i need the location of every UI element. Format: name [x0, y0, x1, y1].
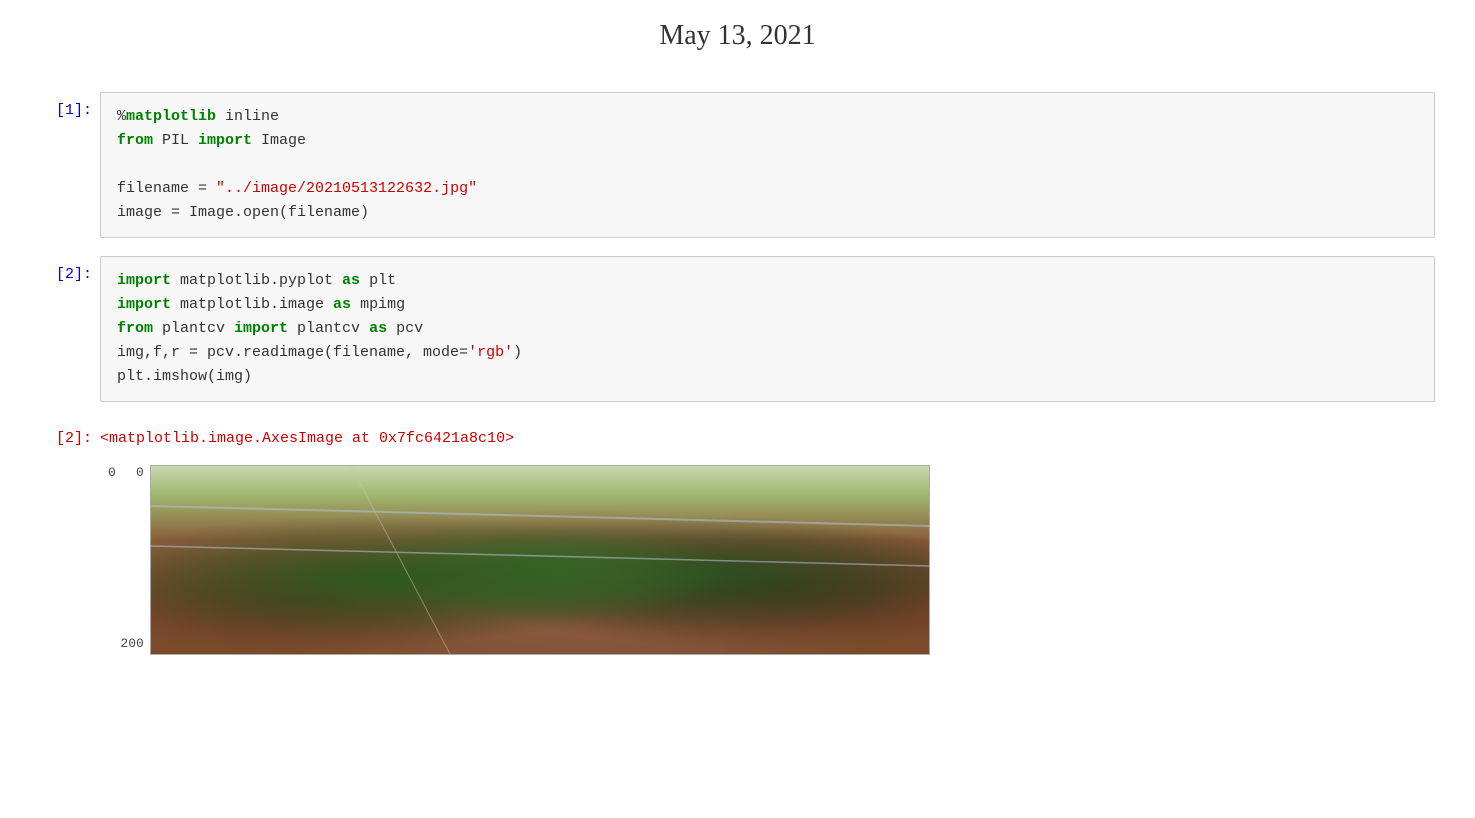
image-text: Image	[252, 132, 306, 149]
import-kw-3: import	[234, 320, 288, 337]
as-kw-3: as	[369, 320, 387, 337]
pcv-text: pcv	[387, 320, 423, 337]
cell-1-line-2: from PIL import Image	[117, 129, 1418, 153]
y-axis-200-label: 200	[120, 636, 143, 651]
import-kw-1: import	[117, 272, 171, 289]
close-paren: )	[513, 344, 522, 361]
plt-text: plt	[360, 272, 396, 289]
magic-prefix: %	[117, 108, 126, 125]
as-kw-1: as	[342, 272, 360, 289]
plot-area: 0 0 200	[108, 465, 1435, 655]
cell-2-code[interactable]: import matplotlib.pyplot as plt import m…	[100, 256, 1435, 402]
mpl-image-text: matplotlib.image	[171, 296, 333, 313]
as-kw-2: as	[333, 296, 351, 313]
cell-2-line-2: import matplotlib.image as mpimg	[117, 293, 1418, 317]
cell-2-line-4: img,f,r = pcv.readimage(filename, mode='…	[117, 341, 1418, 365]
cell-1-line-4: filename = "../image/20210513122632.jpg"	[117, 177, 1418, 201]
cell-1: [1]: %matplotlib inline from PIL import …	[40, 92, 1435, 238]
y-axis-top-label: 0	[136, 465, 144, 480]
import-keyword: import	[198, 132, 252, 149]
cell-1-line-3	[117, 153, 1418, 177]
cell-2-line-5: plt.imshow(img)	[117, 365, 1418, 389]
from-kw-2: from	[117, 320, 153, 337]
readimage-line: img,f,r = pcv.readimage(filename, mode=	[117, 344, 468, 361]
inline-text: inline	[216, 108, 279, 125]
plant-image	[150, 465, 930, 655]
output-row: [2]: <matplotlib.image.AxesImage at 0x7f…	[40, 420, 1435, 447]
mode-value: 'rgb'	[468, 344, 513, 361]
from-keyword: from	[117, 132, 153, 149]
cell-1-label: [1]:	[40, 92, 100, 119]
plot-container: 0 0 200	[108, 465, 930, 655]
x-axis-zero-label: 0	[108, 465, 116, 480]
mpl-pyplot-text: matplotlib.pyplot	[171, 272, 342, 289]
cell-2-line-3: from plantcv import plantcv as pcv	[117, 317, 1418, 341]
matplotlib-keyword: matplotlib	[126, 108, 216, 125]
filename-value: "../image/20210513122632.jpg"	[216, 180, 477, 197]
import-kw-2: import	[117, 296, 171, 313]
output-text: <matplotlib.image.AxesImage at 0x7fc6421…	[100, 420, 1435, 447]
mpimg-text: mpimg	[351, 296, 405, 313]
image-open-line: image = Image.open(filename)	[117, 204, 369, 221]
cell-1-code[interactable]: %matplotlib inline from PIL import Image…	[100, 92, 1435, 238]
cell-2: [2]: import matplotlib.pyplot as plt imp…	[40, 256, 1435, 402]
cell-2-line-1: import matplotlib.pyplot as plt	[117, 269, 1418, 293]
output-label: [2]:	[40, 420, 100, 447]
plantcv-text: plantcv	[153, 320, 234, 337]
cell-2-label: [2]:	[40, 256, 100, 283]
pil-text: PIL	[153, 132, 198, 149]
imshow-line: plt.imshow(img)	[117, 368, 252, 385]
cell-1-line-5: image = Image.open(filename)	[117, 201, 1418, 225]
cell-1-line-1: %matplotlib inline	[117, 105, 1418, 129]
page-title: May 13, 2021	[40, 20, 1435, 52]
plantcv-text-2: plantcv	[288, 320, 369, 337]
filename-assign: filename =	[117, 180, 216, 197]
plot-svg	[151, 466, 929, 654]
